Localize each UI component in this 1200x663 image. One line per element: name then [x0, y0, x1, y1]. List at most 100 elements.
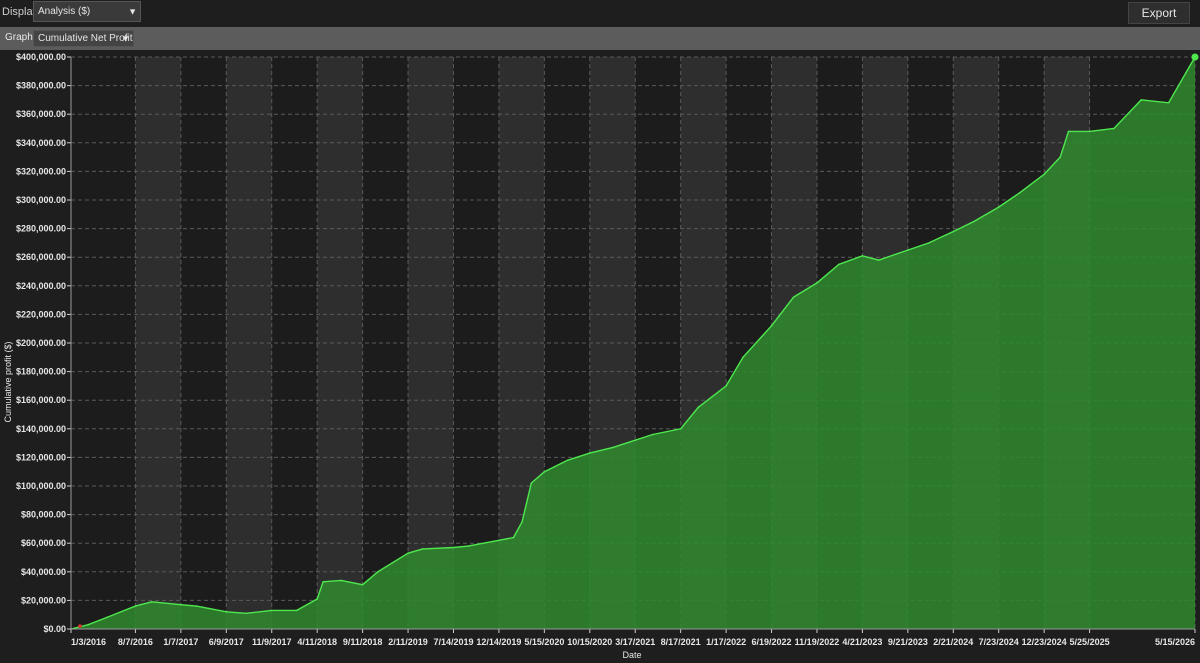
data-point	[1059, 156, 1061, 158]
graph-toolbar: Graph Cumulative Net Profit ▼	[0, 27, 1200, 50]
data-point	[407, 552, 409, 555]
data-point	[316, 598, 318, 600]
x-tick-label: 1/7/2017	[163, 637, 198, 647]
data-point	[340, 579, 343, 582]
data-point	[1140, 99, 1143, 101]
y-tick-label: $160,000.00	[16, 395, 66, 405]
chevron-down-icon: ▼	[121, 33, 130, 43]
graph-select-value: Cumulative Net Profit	[38, 33, 133, 44]
x-tick-label: 12/23/2024	[1022, 637, 1067, 647]
graph-select[interactable]: Cumulative Net Profit ▼	[33, 30, 134, 47]
x-tick-label: 11/19/2022	[795, 637, 840, 647]
y-tick-label: $80,000.00	[21, 510, 66, 520]
x-tick-label: 5/15/2026	[1155, 637, 1195, 647]
y-tick-label: $140,000.00	[16, 424, 66, 434]
x-tick-label: 5/25/2025	[1070, 637, 1110, 647]
y-axis: $0.00 $20,000.00 $40,000.00 $60,000.00 $80,0…	[16, 52, 72, 634]
y-tick-label: $180,000.00	[16, 367, 66, 377]
data-point	[361, 583, 364, 586]
data-point	[225, 611, 228, 613]
x-tick-label: 6/9/2017	[209, 637, 244, 647]
data-point	[952, 230, 955, 233]
data-point	[838, 263, 840, 266]
data-point	[1043, 173, 1045, 176]
data-point	[512, 536, 515, 539]
data-point	[997, 206, 1000, 208]
x-tick-label: 4/11/2018	[297, 637, 337, 647]
data-point	[697, 406, 699, 409]
data-point	[195, 605, 198, 607]
x-tick-label: 2/11/2019	[388, 637, 428, 647]
data-point	[679, 428, 682, 430]
data-point	[1088, 130, 1091, 133]
data-point	[180, 603, 182, 606]
x-tick-label: 4/21/2023	[842, 637, 882, 647]
y-tick-label: $60,000.00	[21, 538, 66, 548]
y-tick-label: $400,000.00	[16, 52, 66, 62]
data-point	[452, 546, 455, 549]
x-tick-label: 2/21/2024	[933, 637, 973, 647]
data-point	[973, 220, 975, 223]
data-point	[134, 605, 137, 607]
data-point	[421, 548, 424, 550]
data-point	[87, 623, 90, 626]
y-tick-label: $320,000.00	[16, 166, 66, 176]
data-point	[792, 296, 795, 299]
peak-marker	[1191, 53, 1199, 61]
y-tick-label: $340,000.00	[16, 138, 66, 148]
data-point	[588, 452, 591, 454]
data-point	[521, 520, 523, 523]
drawdown-marker	[78, 624, 82, 628]
x-tick-label: 5/15/2020	[524, 637, 564, 647]
y-tick-label: $20,000.00	[21, 595, 66, 605]
data-point	[634, 439, 637, 442]
data-point	[612, 446, 614, 449]
data-point	[651, 433, 654, 436]
y-tick-label: $300,000.00	[16, 195, 66, 205]
y-tick-label: $40,000.00	[21, 567, 66, 577]
y-tick-label: $240,000.00	[16, 281, 66, 291]
data-point	[1167, 101, 1170, 104]
x-tick-label: 1/3/2016	[71, 637, 106, 647]
x-tick-label: 9/11/2018	[343, 637, 383, 647]
x-tick-label: 7/14/2019	[433, 637, 473, 647]
x-tick-label: 1/17/2022	[706, 637, 746, 647]
y-tick-label: $120,000.00	[16, 452, 66, 462]
data-point	[245, 612, 248, 615]
y-tick-label: $360,000.00	[16, 109, 66, 119]
y-tick-label: $100,000.00	[16, 481, 66, 491]
data-point	[376, 571, 379, 573]
x-tick-label: 9/21/2023	[888, 637, 928, 647]
data-point	[295, 609, 298, 612]
data-point	[1113, 127, 1115, 130]
graph-label: Graph	[5, 32, 33, 43]
data-point	[543, 470, 546, 473]
y-axis-title: Cumulative profit ($)	[3, 341, 13, 422]
data-point	[566, 459, 569, 462]
data-point	[907, 249, 909, 251]
data-point	[928, 242, 930, 244]
export-button[interactable]: Export	[1128, 2, 1190, 24]
x-tick-label: 11/9/2017	[252, 637, 292, 647]
y-tick-label: $220,000.00	[16, 309, 66, 319]
data-point	[467, 545, 469, 547]
data-point	[498, 539, 500, 542]
x-tick-label: 7/23/2024	[979, 637, 1019, 647]
x-axis-title: Date	[622, 650, 641, 660]
chevron-down-icon: ▼	[128, 6, 137, 16]
y-tick-label: $280,000.00	[16, 224, 66, 234]
display-select-value: Analysis ($)	[38, 6, 91, 17]
data-point	[1067, 130, 1070, 133]
data-point	[270, 609, 273, 612]
data-point	[1018, 192, 1021, 194]
data-point	[770, 325, 773, 327]
data-point	[105, 616, 108, 619]
data-point	[877, 259, 880, 261]
data-point	[150, 601, 153, 603]
x-tick-label: 8/17/2021	[661, 637, 701, 647]
x-tick-label: 6/19/2022	[752, 637, 792, 647]
x-tick-label: 12/14/2019	[476, 637, 521, 647]
x-tick-label: 8/7/2016	[118, 637, 153, 647]
display-select[interactable]: Analysis ($) ▼	[33, 1, 141, 22]
data-point	[816, 282, 818, 284]
